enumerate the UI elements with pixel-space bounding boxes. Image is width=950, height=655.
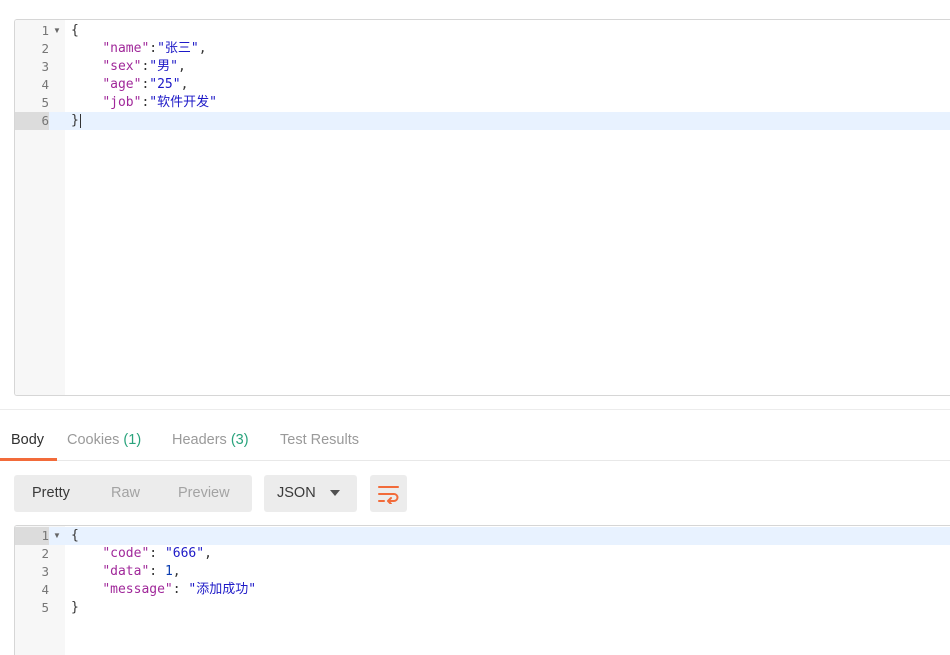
request-line[interactable]: 2 "name":"张三", (15, 40, 950, 58)
pretty-button[interactable]: Pretty (32, 475, 70, 512)
language-select[interactable]: JSON (264, 475, 357, 512)
text-cursor (79, 113, 81, 128)
caret-down-icon (330, 490, 340, 496)
response-line[interactable]: 4 "message": "添加成功" (15, 581, 950, 599)
line-number: 2 (41, 41, 49, 56)
code-token: "age" (102, 77, 142, 92)
code-token: 1 (164, 564, 173, 579)
tab-cookies[interactable]: Cookies (1) (67, 410, 141, 461)
code-token: , (198, 41, 207, 56)
code-token: : (149, 546, 165, 561)
line-number: 1 (41, 23, 49, 38)
wrap-lines-icon (378, 486, 399, 504)
tab-cookies-count: (1) (123, 432, 142, 448)
request-line[interactable]: 1 ▼ { (15, 22, 950, 40)
code-text: "sex":"男", (71, 58, 186, 76)
code-text: } (71, 112, 81, 130)
line-number: 4 (41, 77, 49, 92)
request-code-lines[interactable]: 1 ▼{2 "name":"张三", 3 "sex":"男", 4 "age":"25… (15, 22, 950, 130)
code-text: { (71, 22, 79, 40)
tab-test-results-label: Test Results (280, 432, 359, 448)
line-number: 5 (41, 600, 49, 615)
tab-headers[interactable]: Headers (3) (172, 410, 249, 461)
code-token: "25" (149, 77, 181, 92)
code-token: : (172, 582, 189, 597)
code-token: "添加成功" (188, 582, 257, 597)
code-text: { (71, 527, 79, 545)
code-token: { (71, 528, 79, 543)
response-body-viewer[interactable]: 1 ▼{2 "code": "666", 3 "data": 1, 4 "messag… (14, 525, 950, 655)
code-text: "age":"25", (71, 76, 188, 94)
preview-button[interactable]: Preview (178, 475, 230, 512)
line-number: 6 (15, 112, 49, 130)
fold-caret-icon[interactable]: ▼ (53, 527, 63, 545)
code-token: : (149, 564, 165, 579)
response-tabs: Body Cookies (1) Headers (3) Test Result… (0, 409, 950, 461)
request-body-editor[interactable]: 1 ▼{2 "name":"张三", 3 "sex":"男", 4 "age":"25… (14, 19, 950, 396)
response-code-lines[interactable]: 1 ▼{2 "code": "666", 3 "data": 1, 4 "messag… (15, 527, 950, 617)
line-number: 3 (41, 564, 49, 579)
code-text: "message": "添加成功" (71, 581, 256, 599)
line-number: 3 (41, 59, 49, 74)
fold-caret-icon[interactable]: ▼ (53, 22, 63, 40)
request-line[interactable]: 6} (15, 112, 950, 130)
code-token: "男" (149, 59, 178, 74)
response-line[interactable]: 2 "code": "666", (15, 545, 950, 563)
format-button-group: Pretty Raw Preview (14, 475, 252, 512)
wrap-lines-button[interactable] (370, 475, 407, 512)
language-select-value: JSON (277, 485, 316, 501)
code-token: "软件开发" (149, 95, 217, 110)
code-token: "job" (102, 95, 142, 110)
tab-body[interactable]: Body (0, 410, 57, 461)
code-text: "code": "666", (71, 545, 212, 563)
tab-test-results[interactable]: Test Results (280, 410, 359, 461)
code-token: { (71, 23, 79, 38)
request-line[interactable]: 4 "age":"25", (15, 76, 950, 94)
request-line[interactable]: 3 "sex":"男", (15, 58, 950, 76)
code-token: "sex" (102, 59, 142, 74)
line-number: 1 (15, 527, 49, 545)
tab-body-label: Body (11, 432, 45, 448)
code-text: "name":"张三", (71, 40, 207, 58)
code-token: "张三" (157, 41, 199, 56)
line-number: 2 (41, 546, 49, 561)
code-token: "666" (164, 546, 205, 561)
code-text: "job":"软件开发" (71, 94, 217, 112)
tab-cookies-label: Cookies (67, 432, 120, 448)
response-line[interactable]: 1 ▼ { (15, 527, 950, 545)
code-text: "data": 1, (71, 563, 181, 581)
request-line[interactable]: 5 "job":"软件开发" (15, 94, 950, 112)
raw-button[interactable]: Raw (111, 475, 140, 512)
code-token: } (71, 600, 79, 615)
response-line[interactable]: 5} (15, 599, 950, 617)
line-number: 5 (41, 95, 49, 110)
line-number: 4 (41, 582, 49, 597)
tab-headers-count: (3) (230, 432, 249, 448)
code-token: : (149, 41, 158, 56)
code-token: , (172, 564, 181, 579)
code-token: , (204, 546, 212, 561)
code-token: "code" (102, 546, 150, 561)
code-token: "message" (102, 582, 173, 597)
code-token: , (180, 77, 189, 92)
code-token: "name" (102, 41, 150, 56)
code-token: "data" (102, 564, 150, 579)
code-token: } (71, 113, 79, 128)
tab-headers-label: Headers (172, 432, 227, 448)
code-token: , (177, 59, 186, 74)
response-line[interactable]: 3 "data": 1, (15, 563, 950, 581)
code-text: } (71, 599, 79, 617)
